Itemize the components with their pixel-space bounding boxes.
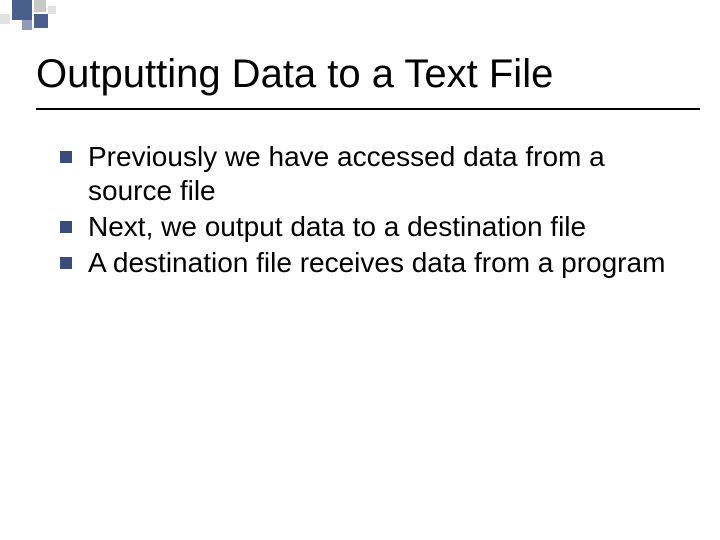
list-item: Next, we output data to a destination fi… xyxy=(60,210,672,244)
square-bullet-icon xyxy=(60,221,72,233)
body-area: Previously we have accessed data from a … xyxy=(60,140,672,283)
list-item-text: Previously we have accessed data from a … xyxy=(88,141,605,206)
list-item: A destination file receives data from a … xyxy=(60,246,672,280)
list-item: Previously we have accessed data from a … xyxy=(60,140,672,208)
slide-title: Outputting Data to a Text File xyxy=(36,52,684,96)
list-item-text: Next, we output data to a destination fi… xyxy=(88,211,586,242)
title-area: Outputting Data to a Text File xyxy=(36,52,684,96)
title-underline xyxy=(36,108,700,110)
square-bullet-icon xyxy=(60,257,72,269)
corner-decoration xyxy=(0,0,80,30)
slide: Outputting Data to a Text File Previousl… xyxy=(0,0,720,540)
square-bullet-icon xyxy=(60,151,72,163)
list-item-text: A destination file receives data from a … xyxy=(88,247,665,278)
